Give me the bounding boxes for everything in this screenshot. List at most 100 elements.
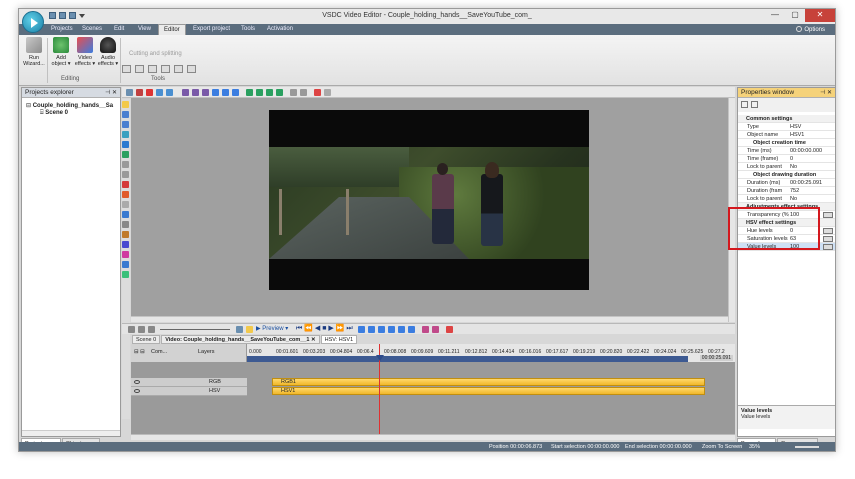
tab-editor[interactable]: Editor — [158, 24, 186, 35]
property-row[interactable]: Lock to parent No — [738, 163, 835, 171]
minimize-button[interactable]: — — [765, 9, 785, 22]
rotate-left-icon[interactable] — [161, 65, 170, 73]
property-row[interactable]: Lock to parent No — [738, 195, 835, 203]
audio-object-icon[interactable] — [122, 231, 129, 238]
redo-icon[interactable] — [166, 89, 173, 96]
zoom-icon[interactable] — [122, 261, 129, 268]
curve-editor-button[interactable] — [823, 244, 833, 250]
video-effects-button[interactable]: Video effects ▾ — [74, 37, 96, 67]
cut-clip-icon[interactable] — [422, 326, 429, 333]
undo-icon[interactable] — [156, 89, 163, 96]
sort-az-icon[interactable] — [751, 101, 758, 108]
preview-quality-icon[interactable] — [246, 326, 253, 333]
add-object-button[interactable]: Add object ▾ — [50, 37, 72, 67]
property-value[interactable]: 00:00:25.091 — [790, 179, 822, 187]
tab-projects[interactable]: Projects — [51, 24, 73, 35]
image-object-icon[interactable] — [122, 121, 129, 128]
property-value[interactable]: No — [790, 163, 797, 171]
video-object-icon[interactable] — [122, 111, 129, 118]
zoom-out-icon[interactable] — [138, 326, 145, 333]
bring-front-icon[interactable] — [266, 89, 273, 96]
speed-icon[interactable] — [187, 65, 196, 73]
tab-scene-0[interactable]: Scene 0 — [132, 335, 161, 344]
delete-icon[interactable] — [146, 89, 153, 96]
zoom-in-icon[interactable] — [128, 326, 135, 333]
trim-icon[interactable] — [148, 65, 157, 73]
property-value[interactable]: HSV — [790, 123, 801, 131]
property-value[interactable]: 752 — [790, 187, 799, 195]
pin-icon[interactable]: ⊣ ✕ — [105, 88, 117, 98]
property-value[interactable]: 0 — [790, 155, 793, 163]
timeline[interactable]: ⊟ ⊟ Com... Layers 0.000 00:01.601 00:03.20… — [131, 344, 735, 440]
track-hsv[interactable]: HSV HSV1 — [131, 387, 735, 396]
options-button[interactable]: Options — [796, 26, 825, 33]
loop-icon[interactable] — [378, 326, 385, 333]
zoom-fit-icon[interactable] — [148, 326, 155, 333]
text-icon[interactable] — [122, 171, 129, 178]
property-value[interactable]: 00:00:00.000 — [790, 147, 822, 155]
clip-rgb1[interactable]: RGB1 — [272, 378, 705, 386]
video-preview[interactable] — [269, 110, 589, 290]
preview-button[interactable]: ▶ Preview ▾ — [256, 325, 288, 332]
tree-item-project[interactable]: ⊟ Couple_holding_hands__Sa — [26, 102, 113, 109]
categorized-icon[interactable] — [741, 101, 748, 108]
playback-controls[interactable]: ⏮ ⏪ ◀ ■ ▶ ⏩ ⏭ — [296, 324, 353, 333]
eye-icon[interactable] — [134, 389, 140, 393]
property-row[interactable]: Type HSV — [738, 123, 835, 131]
movement-icon[interactable] — [122, 221, 129, 228]
align-top-icon[interactable] — [212, 89, 219, 96]
line-icon[interactable] — [122, 131, 129, 138]
property-value[interactable]: HSV1 — [790, 131, 804, 139]
align-middle-icon[interactable] — [222, 89, 229, 96]
ungroup-icon[interactable] — [300, 89, 307, 96]
split-clip-icon[interactable] — [398, 326, 405, 333]
mark-out-icon[interactable] — [368, 326, 375, 333]
sprite-icon[interactable] — [122, 211, 129, 218]
align-bottom-icon[interactable] — [232, 89, 239, 96]
audio-effects-button[interactable]: Audio effects ▾ — [97, 37, 119, 67]
tab-scenes[interactable]: Scenes — [82, 24, 102, 35]
tab-export-project[interactable]: Export project — [193, 24, 230, 35]
clip-hsv1[interactable]: HSV1 — [272, 387, 705, 395]
timeline-scrollbar[interactable] — [131, 434, 735, 440]
chart-icon[interactable] — [122, 191, 129, 198]
music-icon[interactable] — [122, 251, 129, 258]
eye-icon[interactable] — [134, 380, 140, 384]
marker-add-icon[interactable] — [408, 326, 415, 333]
snap-icon[interactable] — [324, 89, 331, 96]
tree-item-scene[interactable]: ⌸ Scene 0 — [40, 110, 68, 117]
timeline-ruler[interactable]: 0.000 00:01.601 00:03.203 00:04.804 00:06.4 0… — [247, 344, 735, 362]
align-right-icon[interactable] — [202, 89, 209, 96]
rotate-right-icon[interactable] — [174, 65, 183, 73]
crop-icon[interactable] — [122, 65, 131, 73]
spectrum-icon[interactable] — [122, 241, 129, 248]
playhead-handle[interactable] — [376, 355, 384, 361]
timeline-settings-icon[interactable] — [236, 326, 243, 333]
property-row[interactable]: Time (ms) 00:00:00.000 — [738, 147, 835, 155]
move-icon[interactable] — [122, 271, 129, 278]
property-row[interactable]: Duration (ms) 00:00:25.091 — [738, 179, 835, 187]
explorer-scrollbar[interactable] — [22, 430, 120, 436]
trim-clip-icon[interactable] — [432, 326, 439, 333]
curve-editor-button[interactable] — [823, 236, 833, 242]
property-row[interactable]: Time (frame) 0 — [738, 155, 835, 163]
zoom-slider[interactable] — [795, 446, 819, 448]
align-center-icon[interactable] — [192, 89, 199, 96]
tab-hsv[interactable]: HSV: HSV1 — [320, 335, 358, 344]
app-logo-icon[interactable] — [22, 11, 44, 33]
cut-icon[interactable] — [136, 89, 143, 96]
tab-edit[interactable]: Edit — [114, 24, 124, 35]
mark-in-icon[interactable] — [358, 326, 365, 333]
scene-canvas[interactable] — [131, 98, 735, 322]
rectangle-icon[interactable] — [122, 141, 129, 148]
pointer-icon[interactable] — [122, 101, 129, 108]
subtitle-icon[interactable] — [122, 181, 129, 188]
property-row[interactable]: Object name HSV1 — [738, 131, 835, 139]
tab-activation[interactable]: Activation — [267, 24, 293, 35]
curve-editor-button[interactable] — [823, 228, 833, 234]
animation-icon[interactable] — [122, 201, 129, 208]
ellipse-icon[interactable] — [122, 151, 129, 158]
close-tab-icon[interactable]: ✕ — [311, 337, 316, 343]
split-icon[interactable] — [135, 65, 144, 73]
maximize-button[interactable]: ▢ — [785, 9, 805, 22]
